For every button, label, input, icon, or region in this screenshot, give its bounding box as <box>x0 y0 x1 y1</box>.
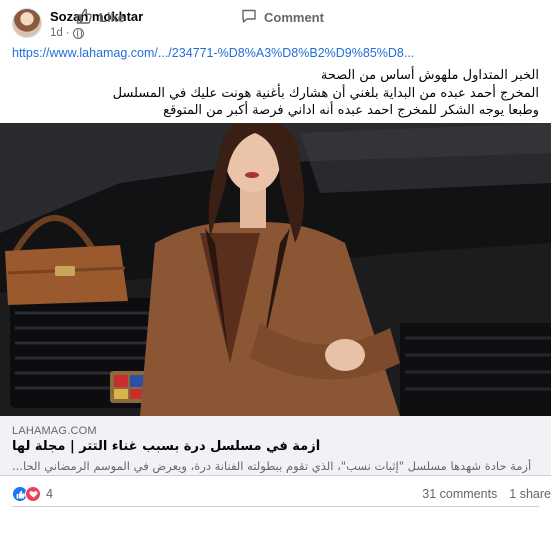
comments-count[interactable]: 31 comments <box>422 487 497 501</box>
comment-icon <box>241 8 257 27</box>
post-time[interactable]: 1d <box>50 27 63 39</box>
reaction-summary[interactable]: 4 <box>12 486 53 502</box>
like-label: Like <box>99 10 126 25</box>
post-text: الخبر المتداول ملهوش أساس من الصحة المخر… <box>9 67 539 120</box>
meta-separator: · <box>65 27 70 39</box>
post-text-line: وطبعا يوجه الشكر للمخرج احمد عبده أنه اد… <box>163 103 539 118</box>
shares-count[interactable]: 1 share <box>509 487 551 501</box>
love-icon <box>25 486 41 502</box>
post-text-line: الخبر المتداول ملهوش أساس من الصحة <box>320 68 539 83</box>
preview-domain: LAHAMAG.COM <box>12 425 97 437</box>
preview-title[interactable]: أزمة في مسلسل درة بسبب غناء التتر | مجلة… <box>12 439 539 454</box>
link-preview[interactable]: LAHAMAG.COM أزمة في مسلسل درة بسبب غناء … <box>0 416 551 476</box>
post-text-line: المخرج أحمد عبده من البداية بلغني أن هشا… <box>112 85 539 101</box>
thumbs-up-icon <box>76 8 92 27</box>
post-image[interactable] <box>0 123 551 416</box>
engagement-stats: 31 comments 1 share <box>422 487 551 501</box>
reaction-count: 4 <box>46 487 53 501</box>
comment-label: Comment <box>264 10 324 25</box>
comment-button[interactable]: Comment <box>241 8 324 27</box>
preview-description: أزمة حادة شهدها مسلسل "إثبات نسب"، الذي … <box>12 459 532 473</box>
divider <box>12 506 539 507</box>
like-button[interactable]: Like <box>76 8 125 27</box>
post-meta: 1d · <box>50 27 84 39</box>
author-avatar[interactable] <box>12 8 42 38</box>
post-link[interactable]: https://www.lahamag.com/.../234771-%D8%A… <box>12 46 414 60</box>
post-card: Sozan mokhtar 1d · https://www.lahamag.c… <box>0 0 551 537</box>
globe-icon <box>72 27 84 39</box>
